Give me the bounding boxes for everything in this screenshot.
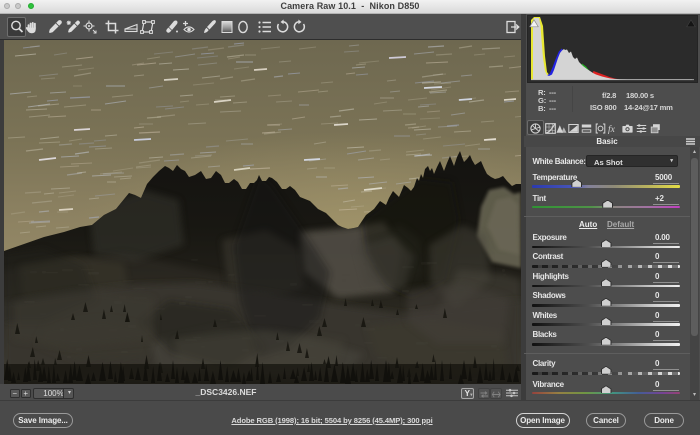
svg-text:fx: fx [608, 123, 616, 133]
